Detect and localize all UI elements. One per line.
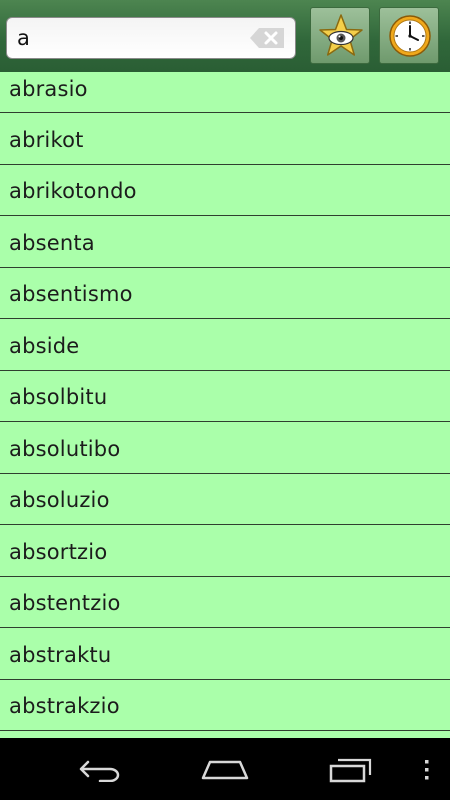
search-box[interactable]: [6, 17, 296, 59]
list-item[interactable]: absolbitu: [0, 371, 450, 422]
list-item[interactable]: abstrakzio: [0, 680, 450, 731]
list-item[interactable]: absoluzio: [0, 474, 450, 525]
list-item[interactable]: abstentzio: [0, 577, 450, 628]
word-label: absolbitu: [9, 385, 108, 409]
back-icon[interactable]: [78, 758, 122, 782]
list-item[interactable]: abrasio: [0, 72, 450, 113]
word-list[interactable]: abrasio abrikot abrikotondo absenta abse…: [0, 72, 450, 738]
home-icon[interactable]: [201, 758, 249, 782]
word-label: abside: [9, 333, 80, 358]
word-label: abrikotondo: [9, 179, 137, 203]
word-label: abrikot: [9, 127, 84, 152]
clock-icon: [389, 15, 431, 57]
word-label: abstrakzio: [9, 694, 120, 718]
list-item[interactable]: absenta: [0, 216, 450, 268]
word-label: abstentzio: [9, 591, 121, 615]
search-input[interactable]: [7, 18, 243, 58]
word-label: absenta: [9, 230, 95, 255]
system-navigation-bar: [0, 738, 450, 800]
history-button[interactable]: [379, 7, 439, 64]
list-item[interactable]: absentismo: [0, 268, 450, 319]
top-toolbar: [0, 0, 450, 72]
word-label: absentismo: [9, 282, 133, 306]
overflow-menu-icon[interactable]: [422, 758, 432, 782]
word-label: absortzio: [9, 539, 108, 564]
recent-apps-icon[interactable]: [328, 756, 374, 784]
star-eye-icon: [319, 14, 363, 56]
word-label: abstraktu: [9, 642, 112, 667]
backspace-clear-icon: [250, 28, 284, 48]
word-label: abrasio: [9, 77, 88, 101]
favorites-button[interactable]: [310, 7, 370, 64]
list-item[interactable]: abrikot: [0, 113, 450, 165]
list-item[interactable]: abside: [0, 319, 450, 371]
word-label: absoluzio: [9, 488, 110, 512]
clear-search-button[interactable]: [249, 27, 285, 49]
list-item[interactable]: abstraktu: [0, 628, 450, 680]
list-item[interactable]: absortzio: [0, 525, 450, 577]
list-item[interactable]: absolutibo: [0, 422, 450, 474]
list-item[interactable]: abrikotondo: [0, 165, 450, 216]
word-label: absolutibo: [9, 436, 121, 461]
